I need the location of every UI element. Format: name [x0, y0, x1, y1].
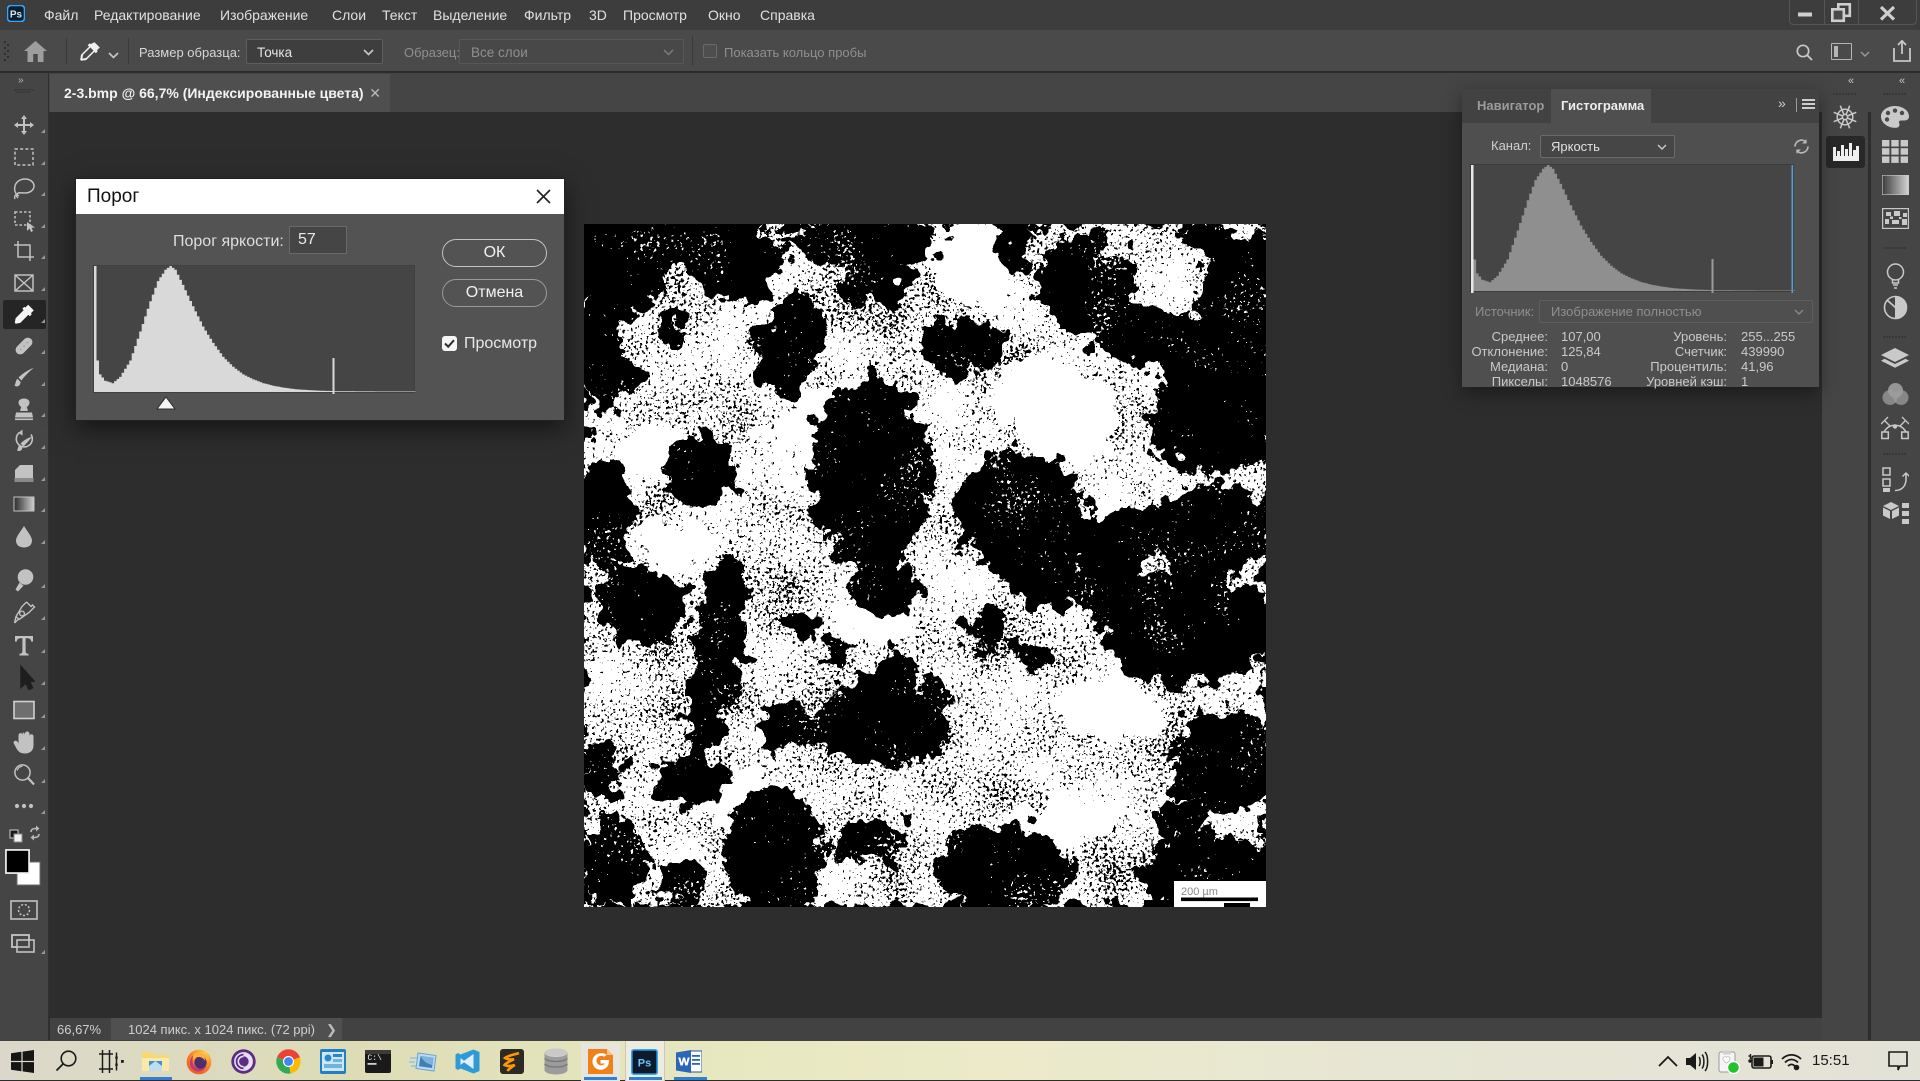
svg-text:Ps: Ps — [638, 1058, 651, 1070]
svg-text:Ps: Ps — [10, 10, 23, 21]
svg-text:C:\: C:\ — [368, 1054, 383, 1063]
svg-text:200 µm: 200 µm — [1181, 886, 1218, 898]
